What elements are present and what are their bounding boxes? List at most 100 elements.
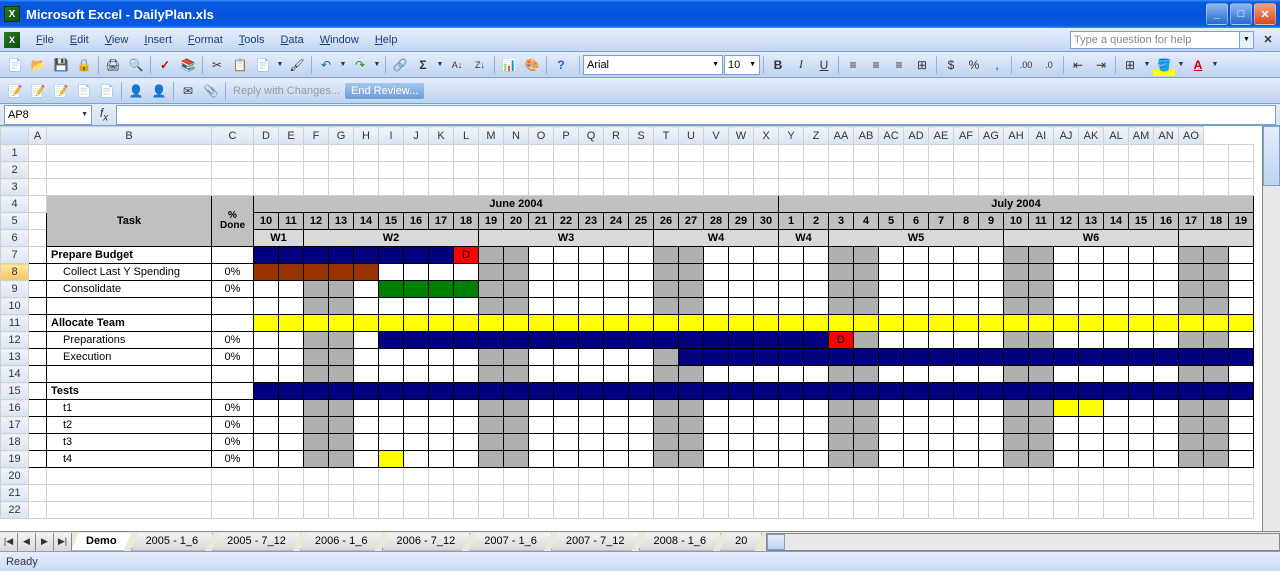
gantt-cell[interactable]	[754, 366, 779, 383]
gantt-cell[interactable]	[404, 400, 429, 417]
column-header[interactable]: E	[279, 127, 304, 145]
gantt-cell[interactable]	[429, 451, 454, 468]
gantt-cell[interactable]	[979, 281, 1004, 298]
gantt-cell[interactable]	[1029, 349, 1054, 366]
row-header[interactable]: 1	[1, 145, 29, 162]
gantt-cell[interactable]	[704, 247, 729, 264]
gantt-cell[interactable]	[1004, 383, 1029, 400]
autosum-dropdown-icon[interactable]: ▼	[435, 61, 445, 68]
gantt-cell[interactable]	[904, 417, 929, 434]
done-cell[interactable]	[212, 366, 254, 383]
gantt-cell[interactable]	[1079, 366, 1104, 383]
gantt-cell[interactable]	[379, 247, 404, 264]
gantt-cell[interactable]	[654, 247, 679, 264]
menu-tools[interactable]: Tools	[231, 32, 273, 48]
gantt-cell[interactable]	[529, 281, 554, 298]
gantt-cell[interactable]	[254, 264, 279, 281]
fx-icon[interactable]: fx	[92, 106, 116, 123]
column-header[interactable]: L	[454, 127, 479, 145]
gantt-cell[interactable]	[279, 434, 304, 451]
gantt-cell[interactable]	[354, 281, 379, 298]
gantt-cell[interactable]	[654, 281, 679, 298]
gantt-cell[interactable]	[804, 451, 829, 468]
gantt-cell[interactable]	[829, 434, 854, 451]
column-header[interactable]: B	[47, 127, 212, 145]
help-dropdown-icon[interactable]: ▼	[1240, 31, 1254, 49]
paste-icon[interactable]: 📄	[252, 54, 274, 76]
gantt-cell[interactable]	[1029, 451, 1054, 468]
gantt-cell[interactable]	[304, 451, 329, 468]
gantt-cell[interactable]	[354, 366, 379, 383]
sheet-tab[interactable]: 2006 - 1_6	[300, 533, 383, 551]
gantt-cell[interactable]	[654, 400, 679, 417]
gantt-cell[interactable]	[1079, 434, 1104, 451]
gantt-cell[interactable]	[679, 315, 704, 332]
gantt-cell[interactable]	[279, 349, 304, 366]
gantt-cell[interactable]	[454, 400, 479, 417]
gantt-cell[interactable]	[429, 366, 454, 383]
gantt-cell[interactable]	[529, 366, 554, 383]
gantt-cell[interactable]	[1204, 451, 1229, 468]
gantt-cell[interactable]	[879, 298, 904, 315]
gantt-cell[interactable]	[254, 332, 279, 349]
gantt-cell[interactable]	[354, 417, 379, 434]
gantt-cell[interactable]	[1104, 298, 1129, 315]
gantt-cell[interactable]	[979, 383, 1004, 400]
gantt-cell[interactable]	[754, 315, 779, 332]
row-header[interactable]: 9	[1, 281, 29, 298]
gantt-cell[interactable]	[279, 264, 304, 281]
row-header[interactable]: 5	[1, 213, 29, 230]
gantt-cell[interactable]	[529, 417, 554, 434]
gantt-cell[interactable]	[554, 417, 579, 434]
column-header[interactable]: AI	[1029, 127, 1054, 145]
research-icon[interactable]: 📚	[177, 54, 199, 76]
gantt-cell[interactable]	[554, 332, 579, 349]
gantt-cell[interactable]	[1079, 315, 1104, 332]
gantt-cell[interactable]	[529, 332, 554, 349]
column-header[interactable]: AD	[904, 127, 929, 145]
gantt-cell[interactable]	[1129, 332, 1154, 349]
gantt-cell[interactable]	[504, 281, 529, 298]
gantt-cell[interactable]	[1104, 349, 1129, 366]
gantt-cell[interactable]	[1054, 383, 1079, 400]
gantt-cell[interactable]	[704, 281, 729, 298]
gantt-cell[interactable]	[954, 332, 979, 349]
gantt-cell[interactable]	[254, 417, 279, 434]
autosum-icon[interactable]: Σ	[412, 54, 434, 76]
gantt-cell[interactable]	[379, 383, 404, 400]
gantt-cell[interactable]	[954, 264, 979, 281]
gantt-cell[interactable]	[729, 451, 754, 468]
gantt-cell[interactable]	[779, 434, 804, 451]
gantt-cell[interactable]	[304, 434, 329, 451]
gantt-cell[interactable]	[1179, 298, 1204, 315]
gantt-cell[interactable]	[1154, 366, 1179, 383]
gantt-cell[interactable]	[829, 366, 854, 383]
gantt-cell[interactable]	[1054, 366, 1079, 383]
column-header[interactable]: AC	[879, 127, 904, 145]
gantt-cell[interactable]	[379, 264, 404, 281]
gantt-cell[interactable]	[904, 264, 929, 281]
gantt-cell[interactable]	[404, 264, 429, 281]
column-header[interactable]: R	[604, 127, 629, 145]
gantt-cell[interactable]	[329, 434, 354, 451]
gantt-cell[interactable]	[604, 383, 629, 400]
gantt-cell[interactable]	[579, 383, 604, 400]
gantt-cell[interactable]	[379, 281, 404, 298]
task-cell[interactable]	[47, 366, 212, 383]
gantt-cell[interactable]	[579, 247, 604, 264]
gantt-cell[interactable]	[629, 434, 654, 451]
gantt-cell[interactable]	[429, 315, 454, 332]
gantt-cell[interactable]	[1004, 451, 1029, 468]
redo-icon[interactable]: ↷	[349, 54, 371, 76]
gantt-cell[interactable]	[954, 247, 979, 264]
gantt-cell[interactable]	[679, 366, 704, 383]
gantt-cell[interactable]	[1104, 451, 1129, 468]
gantt-cell[interactable]	[1129, 383, 1154, 400]
gantt-cell[interactable]	[929, 315, 954, 332]
align-left-icon[interactable]: ≡	[842, 54, 864, 76]
gantt-cell[interactable]	[1104, 315, 1129, 332]
gantt-cell[interactable]	[479, 383, 504, 400]
cut-icon[interactable]: ✂	[206, 54, 228, 76]
done-cell[interactable]: 0%	[212, 400, 254, 417]
gantt-cell[interactable]	[304, 383, 329, 400]
